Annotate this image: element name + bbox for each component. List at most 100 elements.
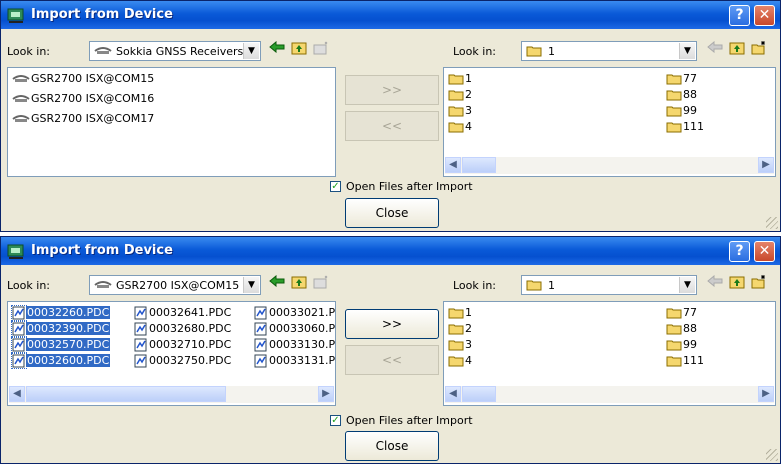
list-item[interactable]: 1 bbox=[448, 306, 473, 320]
list-item[interactable]: 77 bbox=[666, 306, 698, 320]
horizontal-scrollbar[interactable]: ◀ ▶ bbox=[9, 386, 334, 403]
back-arrow-icon bbox=[707, 40, 723, 54]
back-button[interactable] bbox=[267, 274, 287, 295]
new-folder-button[interactable] bbox=[749, 41, 769, 61]
up-folder-button[interactable] bbox=[289, 41, 309, 61]
pdc-file-icon bbox=[254, 306, 267, 320]
list-item[interactable]: 2 bbox=[448, 322, 473, 336]
chevron-down-icon[interactable]: ▼ bbox=[679, 43, 695, 59]
list-item[interactable]: 00032600.PDC bbox=[11, 353, 111, 369]
scroll-right-icon[interactable]: ▶ bbox=[758, 386, 774, 402]
import-button[interactable]: >> bbox=[345, 75, 439, 105]
back-button[interactable] bbox=[267, 40, 287, 61]
open-files-checkbox[interactable]: ✓ bbox=[330, 415, 341, 426]
resize-grip[interactable] bbox=[766, 217, 778, 229]
list-item[interactable]: 88 bbox=[666, 88, 698, 102]
list-item[interactable]: 1 bbox=[448, 72, 473, 86]
close-button[interactable]: Close bbox=[345, 198, 439, 228]
open-files-checkbox[interactable]: ✓ bbox=[330, 181, 341, 192]
new-folder-button[interactable] bbox=[311, 275, 331, 295]
list-item[interactable]: 00033130.PDC bbox=[254, 338, 335, 352]
folder-list-panel[interactable]: 1 2 3 4 77 88 99 111 ◀ ▶ bbox=[443, 67, 776, 177]
help-button[interactable]: ? bbox=[729, 241, 750, 262]
new-folder-icon bbox=[751, 41, 765, 55]
chevron-down-icon[interactable]: ▼ bbox=[679, 277, 695, 293]
chevron-down-icon[interactable]: ▼ bbox=[243, 43, 259, 59]
scroll-thumb[interactable] bbox=[462, 386, 496, 402]
pdc-file-icon bbox=[11, 321, 27, 337]
scroll-thumb[interactable] bbox=[462, 157, 496, 173]
horizontal-scrollbar[interactable]: ◀ ▶ bbox=[445, 386, 774, 403]
list-item[interactable]: 4 bbox=[448, 120, 473, 134]
scroll-right-icon[interactable]: ▶ bbox=[758, 157, 774, 173]
device-location-combo[interactable]: Sokkia GNSS Receivers ▼ bbox=[89, 41, 261, 61]
list-item[interactable]: 00032710.PDC bbox=[134, 338, 232, 352]
list-item[interactable]: 3 bbox=[448, 104, 473, 118]
close-button[interactable]: Close bbox=[345, 431, 439, 461]
list-item[interactable]: 00033021.PDC bbox=[254, 306, 335, 320]
up-folder-button[interactable] bbox=[727, 41, 747, 61]
list-item[interactable]: 111 bbox=[666, 354, 705, 368]
import-button[interactable]: >> bbox=[345, 309, 439, 339]
list-item[interactable]: 00033131.PDC bbox=[254, 354, 335, 368]
device-location-combo[interactable]: GSR2700 ISX@COM15 ▼ bbox=[89, 275, 261, 295]
file-list-panel[interactable]: 00032260.PDC 00032390.PDC 00032570.PDC 0… bbox=[7, 301, 336, 406]
device-list-panel[interactable]: GSR2700 ISX@COM15 GSR2700 ISX@COM16 GSR2… bbox=[7, 67, 336, 177]
list-item[interactable]: 3 bbox=[448, 338, 473, 352]
list-item[interactable]: 00032750.PDC bbox=[134, 354, 232, 368]
list-item[interactable]: 00032260.PDC bbox=[11, 305, 111, 321]
list-item[interactable]: 2 bbox=[448, 88, 473, 102]
up-folder-button[interactable] bbox=[289, 275, 309, 295]
folder-icon bbox=[448, 90, 464, 101]
list-item[interactable]: 88 bbox=[666, 322, 698, 336]
list-item[interactable]: 00032390.PDC bbox=[11, 321, 111, 337]
list-item[interactable]: GSR2700 ISX@COM15 bbox=[12, 72, 155, 86]
list-item[interactable]: 00032680.PDC bbox=[134, 322, 232, 336]
scroll-thumb[interactable] bbox=[26, 386, 226, 402]
import-dialog-files: Import from Device ? ✕ Look in: GSR2700 … bbox=[0, 236, 781, 464]
scroll-left-icon[interactable]: ◀ bbox=[9, 386, 25, 402]
list-item[interactable]: 111 bbox=[666, 120, 705, 134]
list-item[interactable]: 00033060.PDC bbox=[254, 322, 335, 336]
list-item[interactable]: 99 bbox=[666, 338, 698, 352]
folder-icon bbox=[448, 122, 464, 133]
folder-list-panel[interactable]: 1 2 3 4 77 88 99 111 ◀ ▶ bbox=[443, 301, 776, 406]
scroll-right-icon[interactable]: ▶ bbox=[318, 386, 334, 402]
scroll-left-icon[interactable]: ◀ bbox=[445, 157, 461, 173]
pdc-file-icon bbox=[254, 354, 267, 368]
list-item[interactable]: GSR2700 ISX@COM17 bbox=[12, 112, 155, 126]
back-button[interactable] bbox=[705, 274, 725, 295]
chevron-down-icon[interactable]: ▼ bbox=[243, 277, 259, 293]
export-button[interactable]: << bbox=[345, 111, 439, 141]
list-item[interactable]: GSR2700 ISX@COM16 bbox=[12, 92, 155, 106]
folder-icon bbox=[448, 106, 464, 117]
new-folder-button[interactable] bbox=[311, 41, 331, 61]
up-folder-icon bbox=[729, 276, 745, 289]
title-bar[interactable]: Import from Device ? ✕ bbox=[1, 237, 780, 265]
up-folder-button[interactable] bbox=[727, 275, 747, 295]
list-item[interactable]: 00032570.PDC bbox=[11, 337, 111, 353]
folder-icon bbox=[448, 340, 464, 351]
folder-icon bbox=[666, 324, 682, 335]
scroll-left-icon[interactable]: ◀ bbox=[445, 386, 461, 402]
folder-location-combo[interactable]: 1 ▼ bbox=[521, 275, 697, 295]
list-item[interactable]: 99 bbox=[666, 104, 698, 118]
list-item[interactable]: 4 bbox=[448, 354, 473, 368]
resize-grip[interactable] bbox=[766, 449, 778, 461]
horizontal-scrollbar[interactable]: ◀ ▶ bbox=[445, 157, 774, 174]
folder-icon bbox=[448, 308, 464, 319]
help-button[interactable]: ? bbox=[729, 5, 750, 26]
close-window-button[interactable]: ✕ bbox=[754, 5, 775, 26]
import-dialog-devices: Import from Device ? ✕ Look in: Sokkia G… bbox=[0, 0, 781, 232]
list-item[interactable]: 77 bbox=[666, 72, 698, 86]
export-button[interactable]: << bbox=[345, 345, 439, 375]
combo-value: 1 bbox=[548, 279, 555, 292]
title-bar[interactable]: Import from Device ? ✕ bbox=[1, 1, 780, 29]
open-files-label: Open Files after Import bbox=[346, 414, 473, 427]
list-item[interactable]: 00032641.PDC bbox=[134, 306, 232, 320]
folder-location-combo[interactable]: 1 ▼ bbox=[521, 41, 697, 61]
back-arrow-icon bbox=[269, 274, 285, 288]
back-button[interactable] bbox=[705, 40, 725, 61]
new-folder-button[interactable] bbox=[749, 275, 769, 295]
close-window-button[interactable]: ✕ bbox=[754, 241, 775, 262]
